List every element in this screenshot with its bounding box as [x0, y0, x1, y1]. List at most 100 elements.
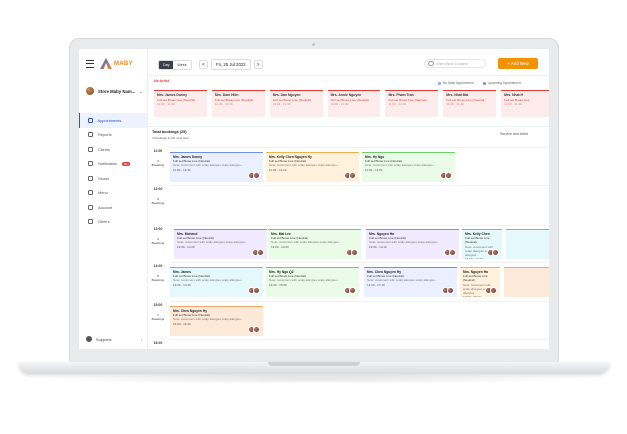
booking-card[interactable]: Mrs. Nguyen Ha Full set Bmax Live (Neutra… — [366, 229, 459, 259]
service-name: Full set Bmax Live (Neutral) — [214, 97, 254, 102]
support-link[interactable]: Supports › — [86, 336, 142, 342]
booking-card[interactable]: Mrs. Nguyen Ha Full set Bmax Live (Neutra… — [460, 267, 500, 297]
appointment-time: 14:00 - 15:10 — [463, 295, 481, 297]
booking-card[interactable]: Mrs. Chen Nguyen Hy Full set Bmax Live (N… — [170, 306, 263, 336]
avatar — [351, 249, 358, 256]
client-name: Mrs. Nhat H — [504, 93, 523, 97]
slot-time: 15:00 — [153, 303, 163, 307]
no-artist-card[interactable]: Mrs. Annie Nguyen Full set Bmax Live (Neu… — [327, 90, 381, 117]
legend-label: Upcoming Appointment — [487, 81, 521, 85]
search-input[interactable]: Enter phone to search — [424, 59, 486, 68]
account-icon — [88, 204, 93, 210]
sidebar-item-label: Menu — [98, 190, 108, 196]
legend: No Artist Appointment Upcoming Appointme… — [438, 81, 521, 85]
store-name: Store Maby Nam... — [98, 88, 136, 94]
time-slot-label: 11:00 3 Bookings — [148, 149, 168, 167]
hamburger-icon[interactable] — [86, 59, 94, 68]
bookings-subtitle: 4 bookings in the next hour — [152, 136, 190, 140]
appointment-time: 13:00 - 17:10 — [465, 257, 483, 259]
booking-card[interactable] — [506, 229, 549, 259]
booking-card[interactable]: Mrs. James Donny Full set Bmax Live (Neut… — [170, 152, 263, 182]
client-name: Mrs. Dam Hiền — [214, 93, 239, 97]
store-selector[interactable]: Store Maby Nam... ⌄ — [86, 87, 143, 95]
prev-date-button[interactable]: < — [199, 60, 208, 69]
sidebar-item-stores[interactable]: Stores — [79, 171, 147, 186]
avatar — [349, 287, 356, 294]
sidebar-item-clients[interactable]: Clients — [79, 142, 147, 157]
artist-avatars — [247, 172, 260, 179]
laptop-shadow — [40, 374, 588, 384]
booking-card[interactable]: Mrs. Mai Lee Full set Bmax Live (Neutral)… — [268, 229, 361, 259]
sidebar-item-menu[interactable]: Menu — [79, 186, 147, 201]
sidebar-item-label: Others — [98, 219, 110, 225]
booking-card[interactable]: Mrs. Kelly Chen Full set Bmax Live (Neutr… — [462, 229, 502, 259]
appointment-time: 14:00 - 15:00 — [269, 282, 287, 287]
time-slot-label: 16:00 — [148, 341, 168, 345]
appointment-time: 11:00 - 11:40 — [504, 102, 522, 106]
avatar — [445, 172, 452, 179]
sidebar-item-label: Clients — [98, 146, 110, 152]
slot-unit: Bookings — [151, 201, 165, 205]
logo-icon — [100, 58, 112, 69]
avatar — [253, 326, 260, 333]
sidebar-item-appointments[interactable]: Appointments — [79, 113, 147, 128]
legend-label: No Artist Appointment — [443, 81, 474, 85]
sidebar-nav: Appointments Reports Clients Notificatio… — [79, 113, 147, 229]
no-artist-card[interactable]: Mrs. Nhat Mai Full set Bmax Live (Neutral… — [443, 90, 497, 117]
appointment-time: 11:00 - 11:40 — [388, 102, 407, 106]
slot-time: 12:00 — [153, 187, 163, 191]
service-name: Full set Bmax Live (Neutral) — [272, 97, 311, 102]
week-view-button[interactable]: Week — [173, 61, 190, 69]
sidebar-item-account[interactable]: Account — [79, 200, 147, 215]
appointment-time: 13:00 - 14:00 — [271, 244, 289, 249]
no-artist-card[interactable]: Mrs. James Donny Full set Bmax Live (Neut… — [154, 90, 207, 117]
store-avatar — [86, 87, 94, 95]
no-artist-card[interactable]: Mrs. Dan Nguyen Full set Bmax Live (Neutr… — [269, 90, 323, 117]
brand-logo: MABY — [100, 58, 133, 69]
date-display[interactable]: Fri, 25 Jul 2022 — [211, 59, 251, 70]
client-name: Mrs. Nhat Mai — [446, 93, 469, 97]
avatar — [253, 287, 260, 294]
no-artist-card[interactable]: Mrs. Nhat H Full set Bmax Live 11:00 - 11:… — [501, 90, 549, 117]
artist-avatars — [247, 287, 260, 294]
camera-icon — [312, 43, 315, 46]
no-artist-card[interactable]: Mrs. Pham Tran Full set Bmax Live (Neutra… — [385, 90, 439, 117]
chart-icon — [88, 132, 93, 138]
client-name: Mrs. Dan Nguyen — [272, 93, 301, 97]
slot-unit: Bookings — [151, 163, 165, 167]
sidebar-item-notification[interactable]: Notification 99+ — [79, 157, 147, 172]
service-name: Full set Bmax Live (Neutral) — [465, 236, 490, 245]
booking-card[interactable]: Mrs. James Full set Bmax Live (Neutral) No… — [170, 267, 263, 297]
day-view-button[interactable]: Day — [159, 61, 174, 69]
service-name: Full set Bmax Live — [504, 97, 530, 102]
sidebar-item-others[interactable]: Others — [79, 215, 147, 230]
brand-name: MABY — [114, 60, 133, 67]
next-date-button[interactable]: > — [253, 60, 263, 69]
slot-time: 13:00 — [153, 227, 163, 231]
date-picker: < Fri, 25 Jul 2022 > — [199, 59, 263, 70]
booking-card[interactable] — [504, 267, 549, 297]
sidebar-item-reports[interactable]: Reports — [79, 128, 147, 143]
service-artist-filter[interactable]: Service and Artist — [500, 132, 528, 136]
time-slot-line — [170, 339, 549, 340]
booking-card[interactable]: Mrs. Chen Nguyen Hy Full set Bmax Live (N… — [364, 267, 457, 297]
avatar — [490, 287, 497, 294]
booking-card[interactable]: Mrs. Mohend Full set Bmax Live (Neutral) N… — [174, 229, 267, 259]
booking-card[interactable]: Mrs. Hy Ngo Q2 Full set Bmax Live (Neutra… — [266, 267, 359, 297]
appointment-time: 11:00 - 12:10 — [269, 167, 287, 172]
avatar — [447, 287, 454, 294]
service-name: Full set Bmax Live (Neutral) — [446, 97, 485, 102]
search-placeholder: Enter phone to search — [436, 61, 468, 66]
booking-card[interactable]: Mrs. Hy Ngo Full set Bmax Live (Neutral) N… — [362, 152, 455, 182]
appointment-time: 13:00 - 14:10 — [369, 244, 387, 249]
booking-card[interactable]: Mrs. Kelly Chen Nguyen Hy Full set Bmax L… — [266, 152, 359, 182]
time-slot-line — [170, 185, 549, 186]
add-new-button[interactable]: + Add New — [498, 58, 538, 69]
no-artist-card[interactable]: Mrs. Dam Hiền Full set Bmax Live (Neutral… — [211, 90, 265, 117]
artist-avatars — [345, 249, 358, 256]
sidebar-item-label: Notification — [98, 161, 118, 167]
avatar — [449, 249, 456, 256]
no-artist-row: Mrs. James Donny Full set Bmax Live (Neut… — [154, 90, 549, 117]
time-slot-line — [170, 225, 549, 226]
appointment-time: 14:00 - 17:10 — [367, 282, 385, 287]
